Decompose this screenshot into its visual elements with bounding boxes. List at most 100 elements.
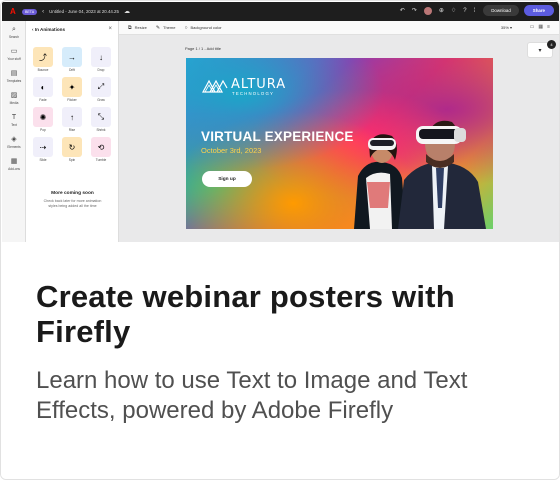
grow-icon: ⤢ bbox=[91, 77, 111, 97]
top-bar: A BETA ‹ Untitled - June 04, 2023 at 20.… bbox=[2, 2, 559, 21]
close-icon[interactable]: × bbox=[108, 26, 112, 32]
canvas-toolbar: ⧉ Resize ✎ Theme ○ Background color 35% ▾ ▭… bbox=[119, 21, 559, 35]
pop-icon: ✺ bbox=[33, 107, 53, 127]
rail-label: Templates bbox=[6, 78, 22, 83]
animation-label: Tumble bbox=[95, 158, 107, 162]
shrink-icon: ⤡ bbox=[91, 107, 111, 127]
theme-label: Theme bbox=[163, 25, 176, 30]
rail-label: Your stuff bbox=[7, 56, 21, 61]
rail-item-text[interactable]: T Text bbox=[2, 109, 26, 131]
rail-item-search[interactable]: ⌕ Search bbox=[2, 21, 26, 43]
card-caption: Create webinar posters with Firefly Lear… bbox=[1, 242, 559, 479]
rail-label: Add-ons bbox=[8, 166, 20, 171]
poster-canvas[interactable]: ALTURA TECHNOLOGY VIRTUAL EXPERIENCE Oct… bbox=[186, 58, 493, 229]
poster-date: October 3rd, 2023 bbox=[201, 146, 262, 155]
share-button[interactable]: Share bbox=[523, 5, 554, 16]
undo-icon[interactable]: ↶ bbox=[400, 7, 405, 14]
panel-title: ‹ In Animations bbox=[32, 27, 66, 32]
poster-headline: VIRTUAL EXPERIENCE bbox=[201, 129, 354, 144]
animation-option-flicker[interactable]: ✦ Flicker bbox=[62, 77, 82, 104]
rail-label: Media bbox=[9, 100, 19, 105]
animation-option-bounce[interactable]: ⤴ Bounce bbox=[33, 47, 53, 74]
chevron-left-icon[interactable]: ‹ bbox=[42, 9, 44, 15]
folder-icon: ▭ bbox=[10, 47, 18, 55]
bounce-icon: ⤴ bbox=[33, 47, 53, 67]
help-icon[interactable]: ? bbox=[463, 8, 466, 14]
rail-item-templates[interactable]: ▤ Templates bbox=[2, 65, 26, 87]
rail-label: Search bbox=[8, 34, 20, 39]
zoom-select[interactable]: 35% ▾ bbox=[501, 25, 512, 30]
notification-badge: 4 bbox=[547, 40, 556, 49]
page-label[interactable]: Page 1 / 1 - Add title bbox=[185, 46, 221, 51]
templates-icon: ▤ bbox=[10, 69, 18, 77]
drop-icon: ↓ bbox=[91, 47, 111, 67]
animation-label: Shrink bbox=[96, 128, 106, 132]
theme-button[interactable]: ✎ Theme bbox=[156, 25, 176, 31]
animation-option-shrink[interactable]: ⤡ Shrink bbox=[91, 107, 111, 134]
rise-icon: ↑ bbox=[62, 107, 82, 127]
animation-label: Pop bbox=[40, 128, 46, 132]
search-icon: ⌕ bbox=[12, 25, 16, 33]
animation-option-drift[interactable]: → Drift bbox=[62, 47, 82, 74]
slide-icon: ⇢ bbox=[33, 137, 53, 157]
animation-label: Bounce bbox=[37, 68, 49, 72]
background-color-label: Background color bbox=[190, 25, 222, 30]
animation-label: Grow bbox=[97, 98, 105, 102]
card-description: Learn how to use Text to Image and Text … bbox=[36, 367, 468, 424]
flicker-icon: ✦ bbox=[62, 77, 82, 97]
redo-icon[interactable]: ↷ bbox=[412, 7, 417, 14]
canvas-view-icons[interactable]: ▭▦≡ bbox=[530, 24, 554, 30]
rail-label: Text bbox=[11, 122, 17, 127]
tumble-icon: ⟲ bbox=[91, 137, 111, 157]
resize-button[interactable]: ⧉ Resize bbox=[128, 25, 147, 31]
card-title[interactable]: Create webinar posters with Firefly bbox=[36, 279, 536, 349]
fade-icon: ◐ bbox=[33, 77, 53, 97]
animation-label: Flicker bbox=[67, 98, 77, 102]
document-title[interactable]: Untitled - June 04, 2023 at 20.44.25 bbox=[49, 9, 119, 14]
animation-label: Drop bbox=[97, 68, 105, 72]
color-swatch-icon: ○ bbox=[184, 24, 188, 31]
resize-icon: ⧉ bbox=[128, 24, 132, 31]
elements-icon: ◈ bbox=[11, 135, 17, 143]
animation-label: Rise bbox=[68, 128, 76, 132]
add-ons-icon: ▦ bbox=[10, 157, 18, 165]
animations-panel: ‹ In Animations × ⤴ Bounce → Drift ↓ Drop ◐… bbox=[26, 21, 119, 242]
animation-label: Drift bbox=[69, 68, 75, 72]
rail-item-media[interactable]: ▨ Media bbox=[2, 87, 26, 109]
signup-button[interactable]: Sign up bbox=[202, 171, 252, 187]
top-bar-actions: ↶ ↷ ⊕ ♢ ? ⁞ Download Share bbox=[393, 5, 554, 16]
animation-label: Slide bbox=[39, 158, 47, 162]
animation-option-tumble[interactable]: ⟲ Tumble bbox=[91, 137, 111, 164]
lightbulb-icon[interactable]: ♢ bbox=[451, 7, 456, 14]
more-coming-subtitle: Check back later for more animation styl… bbox=[43, 199, 102, 208]
animation-option-fade[interactable]: ◐ Fade bbox=[33, 77, 53, 104]
media-icon: ▨ bbox=[10, 91, 18, 99]
panel-title-text: In Animations bbox=[34, 27, 66, 32]
apps-icon[interactable]: ⁞ bbox=[474, 8, 476, 14]
avatar[interactable] bbox=[423, 6, 432, 15]
download-button[interactable]: Download bbox=[483, 5, 519, 16]
drift-icon: → bbox=[62, 47, 82, 67]
adobe-express-logo-icon[interactable]: A bbox=[10, 7, 19, 16]
resize-label: Resize bbox=[134, 25, 147, 30]
animation-option-drop[interactable]: ↓ Drop bbox=[91, 47, 111, 74]
animation-option-rise[interactable]: ↑ Rise bbox=[62, 107, 82, 134]
app-screenshot: A BETA ‹ Untitled - June 04, 2023 at 20.… bbox=[2, 2, 559, 242]
text-icon: T bbox=[11, 113, 17, 121]
spin-icon: ↻ bbox=[62, 137, 82, 157]
add-user-icon[interactable]: ⊕ bbox=[439, 7, 444, 14]
animation-option-grow[interactable]: ⤢ Grow bbox=[91, 77, 111, 104]
animation-option-slide[interactable]: ⇢ Slide bbox=[33, 137, 53, 164]
rail-item-your-stuff[interactable]: ▭ Your stuff bbox=[2, 43, 26, 65]
rail-item-add-ons[interactable]: ▦ Add-ons bbox=[2, 153, 26, 175]
filter-icon: ▾ bbox=[538, 47, 542, 54]
more-coming-title: More coming soon bbox=[51, 191, 94, 196]
animation-option-spin[interactable]: ↻ Spin bbox=[62, 137, 82, 164]
tutorial-card[interactable]: A BETA ‹ Untitled - June 04, 2023 at 20.… bbox=[0, 0, 560, 480]
animation-option-pop[interactable]: ✺ Pop bbox=[33, 107, 53, 134]
animation-label: Spin bbox=[68, 158, 76, 162]
rail-label: Elements bbox=[7, 144, 21, 149]
background-color-button[interactable]: ○ Background color bbox=[184, 25, 221, 31]
rail-item-elements[interactable]: ◈ Elements bbox=[2, 131, 26, 153]
left-rail: ⌕ Search ▭ Your stuff ▤ Templates ▨ Media TT… bbox=[2, 21, 26, 242]
